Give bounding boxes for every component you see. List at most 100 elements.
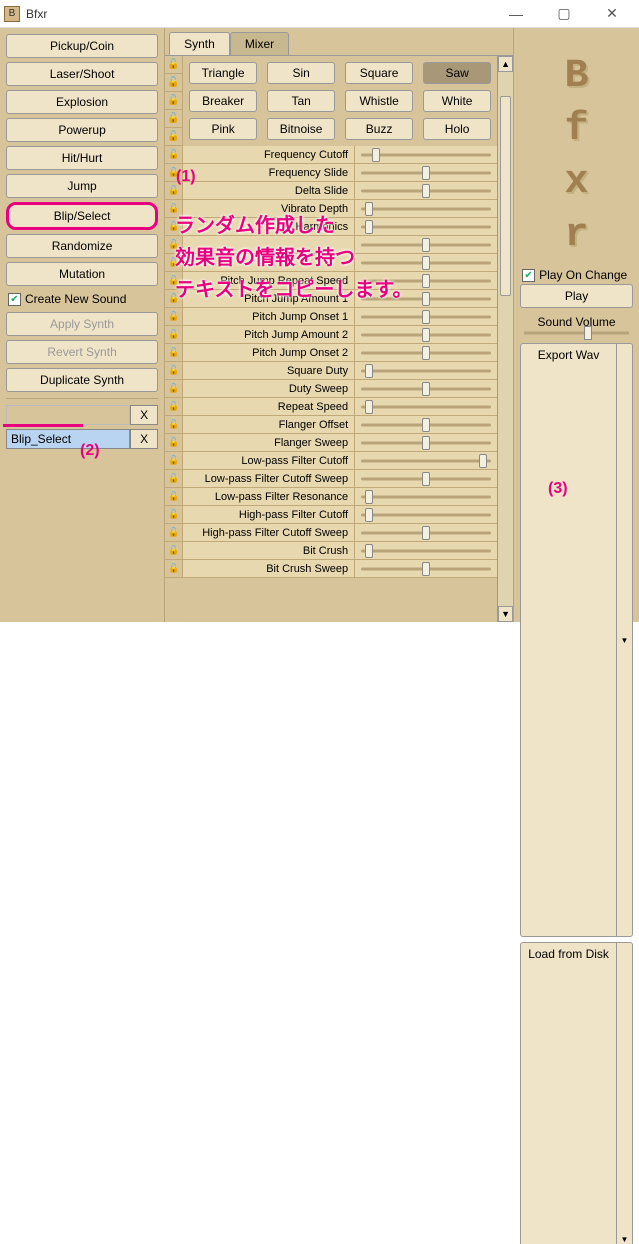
lock-icon[interactable]: 🔓 xyxy=(165,470,183,487)
lock-icon[interactable]: 🔓 xyxy=(165,74,183,92)
lock-icon[interactable]: 🔓 xyxy=(165,488,183,505)
play-button[interactable]: Play xyxy=(520,284,633,308)
lock-icon[interactable]: 🔓 xyxy=(165,92,183,110)
lock-icon[interactable]: 🔓 xyxy=(165,182,183,199)
lock-icon[interactable]: 🔓 xyxy=(165,326,183,343)
param-slider[interactable] xyxy=(355,524,497,541)
wave-tan-button[interactable]: Tan xyxy=(267,90,335,112)
lock-icon[interactable]: 🔓 xyxy=(165,146,183,163)
randomize-button[interactable]: Randomize xyxy=(6,234,158,258)
param-slider[interactable] xyxy=(355,416,497,433)
param-slider[interactable] xyxy=(355,452,497,469)
explosion-button[interactable]: Explosion xyxy=(6,90,158,114)
lock-icon[interactable]: 🔓 xyxy=(165,416,183,433)
param-slider[interactable] xyxy=(355,326,497,343)
wave-breaker-button[interactable]: Breaker xyxy=(189,90,257,112)
wave-saw-button[interactable]: Saw xyxy=(423,62,491,84)
lock-icon[interactable]: 🔓 xyxy=(165,110,183,128)
jump-button[interactable]: Jump xyxy=(6,174,158,198)
scroll-up-icon[interactable]: ▲ xyxy=(498,56,513,72)
scrollbar-thumb[interactable] xyxy=(500,96,511,296)
delete-sound-button[interactable]: X xyxy=(130,405,158,425)
laser-shoot-button[interactable]: Laser/Shoot xyxy=(6,62,158,86)
param-slider[interactable] xyxy=(355,308,497,325)
sound-list-empty[interactable] xyxy=(6,405,130,425)
lock-icon[interactable]: 🔓 xyxy=(165,218,183,235)
param-slider[interactable] xyxy=(355,164,497,181)
play-on-change-row[interactable]: ✔ Play On Change xyxy=(520,266,633,284)
param-slider[interactable] xyxy=(355,506,497,523)
minimize-button[interactable]: — xyxy=(501,4,531,24)
param-slider[interactable] xyxy=(355,488,497,505)
wave-whistle-button[interactable]: Whistle xyxy=(345,90,413,112)
apply-synth-button[interactable]: Apply Synth xyxy=(6,312,158,336)
lock-icon[interactable]: 🔓 xyxy=(165,272,183,289)
blip-select-button[interactable]: Blip/Select xyxy=(6,202,158,230)
lock-icon[interactable]: 🔓 xyxy=(165,290,183,307)
scroll-down-icon[interactable]: ▼ xyxy=(498,606,513,622)
param-slider[interactable] xyxy=(355,182,497,199)
lock-icon[interactable]: 🔓 xyxy=(165,200,183,217)
param-slider[interactable] xyxy=(355,380,497,397)
lock-icon[interactable]: 🔓 xyxy=(165,434,183,451)
wave-pink-button[interactable]: Pink xyxy=(189,118,257,140)
powerup-button[interactable]: Powerup xyxy=(6,118,158,142)
lock-icon[interactable]: 🔓 xyxy=(165,254,183,271)
close-button[interactable]: ✕ xyxy=(597,4,627,24)
wave-buzz-button[interactable]: Buzz xyxy=(345,118,413,140)
wave-square-button[interactable]: Square xyxy=(345,62,413,84)
lock-icon[interactable]: 🔓 xyxy=(165,398,183,415)
param-slider[interactable] xyxy=(355,200,497,217)
mutation-button[interactable]: Mutation xyxy=(6,262,158,286)
export-wav-label[interactable]: Export Wav xyxy=(520,343,617,937)
tab-synth[interactable]: Synth xyxy=(169,32,230,55)
create-new-row[interactable]: ✔ Create New Sound xyxy=(6,290,158,308)
lock-icon[interactable]: 🔓 xyxy=(165,308,183,325)
play-on-change-checkbox[interactable]: ✔ xyxy=(522,269,535,282)
lock-icon[interactable]: 🔓 xyxy=(165,380,183,397)
param-slider[interactable] xyxy=(355,434,497,451)
wave-white-button[interactable]: White xyxy=(423,90,491,112)
lock-icon[interactable]: 🔓 xyxy=(165,506,183,523)
wave-holo-button[interactable]: Holo xyxy=(423,118,491,140)
create-new-checkbox[interactable]: ✔ xyxy=(8,293,21,306)
delete-sound-button[interactable]: X xyxy=(130,429,158,449)
lock-icon[interactable]: 🔓 xyxy=(165,542,183,559)
dropdown-icon[interactable]: ▼ xyxy=(617,942,633,1244)
param-slider[interactable] xyxy=(355,344,497,361)
pickup-coin-button[interactable]: Pickup/Coin xyxy=(6,34,158,58)
param-slider[interactable] xyxy=(355,398,497,415)
lock-icon[interactable]: 🔓 xyxy=(165,452,183,469)
lock-icon[interactable]: 🔓 xyxy=(165,524,183,541)
lock-icon[interactable]: 🔓 xyxy=(165,344,183,361)
param-slider[interactable] xyxy=(355,236,497,253)
lock-icon[interactable]: 🔓 xyxy=(165,560,183,577)
revert-synth-button[interactable]: Revert Synth xyxy=(6,340,158,364)
export-wav-button[interactable]: Export Wav ▼ xyxy=(520,343,633,937)
wave-triangle-button[interactable]: Triangle xyxy=(189,62,257,84)
maximize-button[interactable]: ▢ xyxy=(549,4,579,24)
scrollbar[interactable]: ▲ ▼ xyxy=(497,56,513,622)
lock-icon[interactable]: 🔓 xyxy=(165,236,183,253)
lock-icon[interactable]: 🔓 xyxy=(165,128,183,146)
param-slider[interactable] xyxy=(355,272,497,289)
sound-list-item[interactable]: Blip_Select xyxy=(6,429,130,449)
param-slider[interactable] xyxy=(355,218,497,235)
param-slider[interactable] xyxy=(355,290,497,307)
param-slider[interactable] xyxy=(355,542,497,559)
wave-sin-button[interactable]: Sin xyxy=(267,62,335,84)
tab-mixer[interactable]: Mixer xyxy=(230,32,289,55)
param-slider[interactable] xyxy=(355,146,497,163)
load-disk-label[interactable]: Load from Disk xyxy=(520,942,617,1244)
wave-bitnoise-button[interactable]: Bitnoise xyxy=(267,118,335,140)
param-slider[interactable] xyxy=(355,254,497,271)
lock-icon[interactable]: 🔓 xyxy=(165,362,183,379)
param-slider[interactable] xyxy=(355,362,497,379)
dropdown-icon[interactable]: ▼ xyxy=(617,343,633,937)
param-slider[interactable] xyxy=(355,470,497,487)
param-slider[interactable] xyxy=(355,560,497,577)
duplicate-synth-button[interactable]: Duplicate Synth xyxy=(6,368,158,392)
hit-hurt-button[interactable]: Hit/Hurt xyxy=(6,146,158,170)
lock-icon[interactable]: 🔓 xyxy=(165,56,183,74)
lock-icon[interactable]: 🔓 xyxy=(165,164,183,181)
